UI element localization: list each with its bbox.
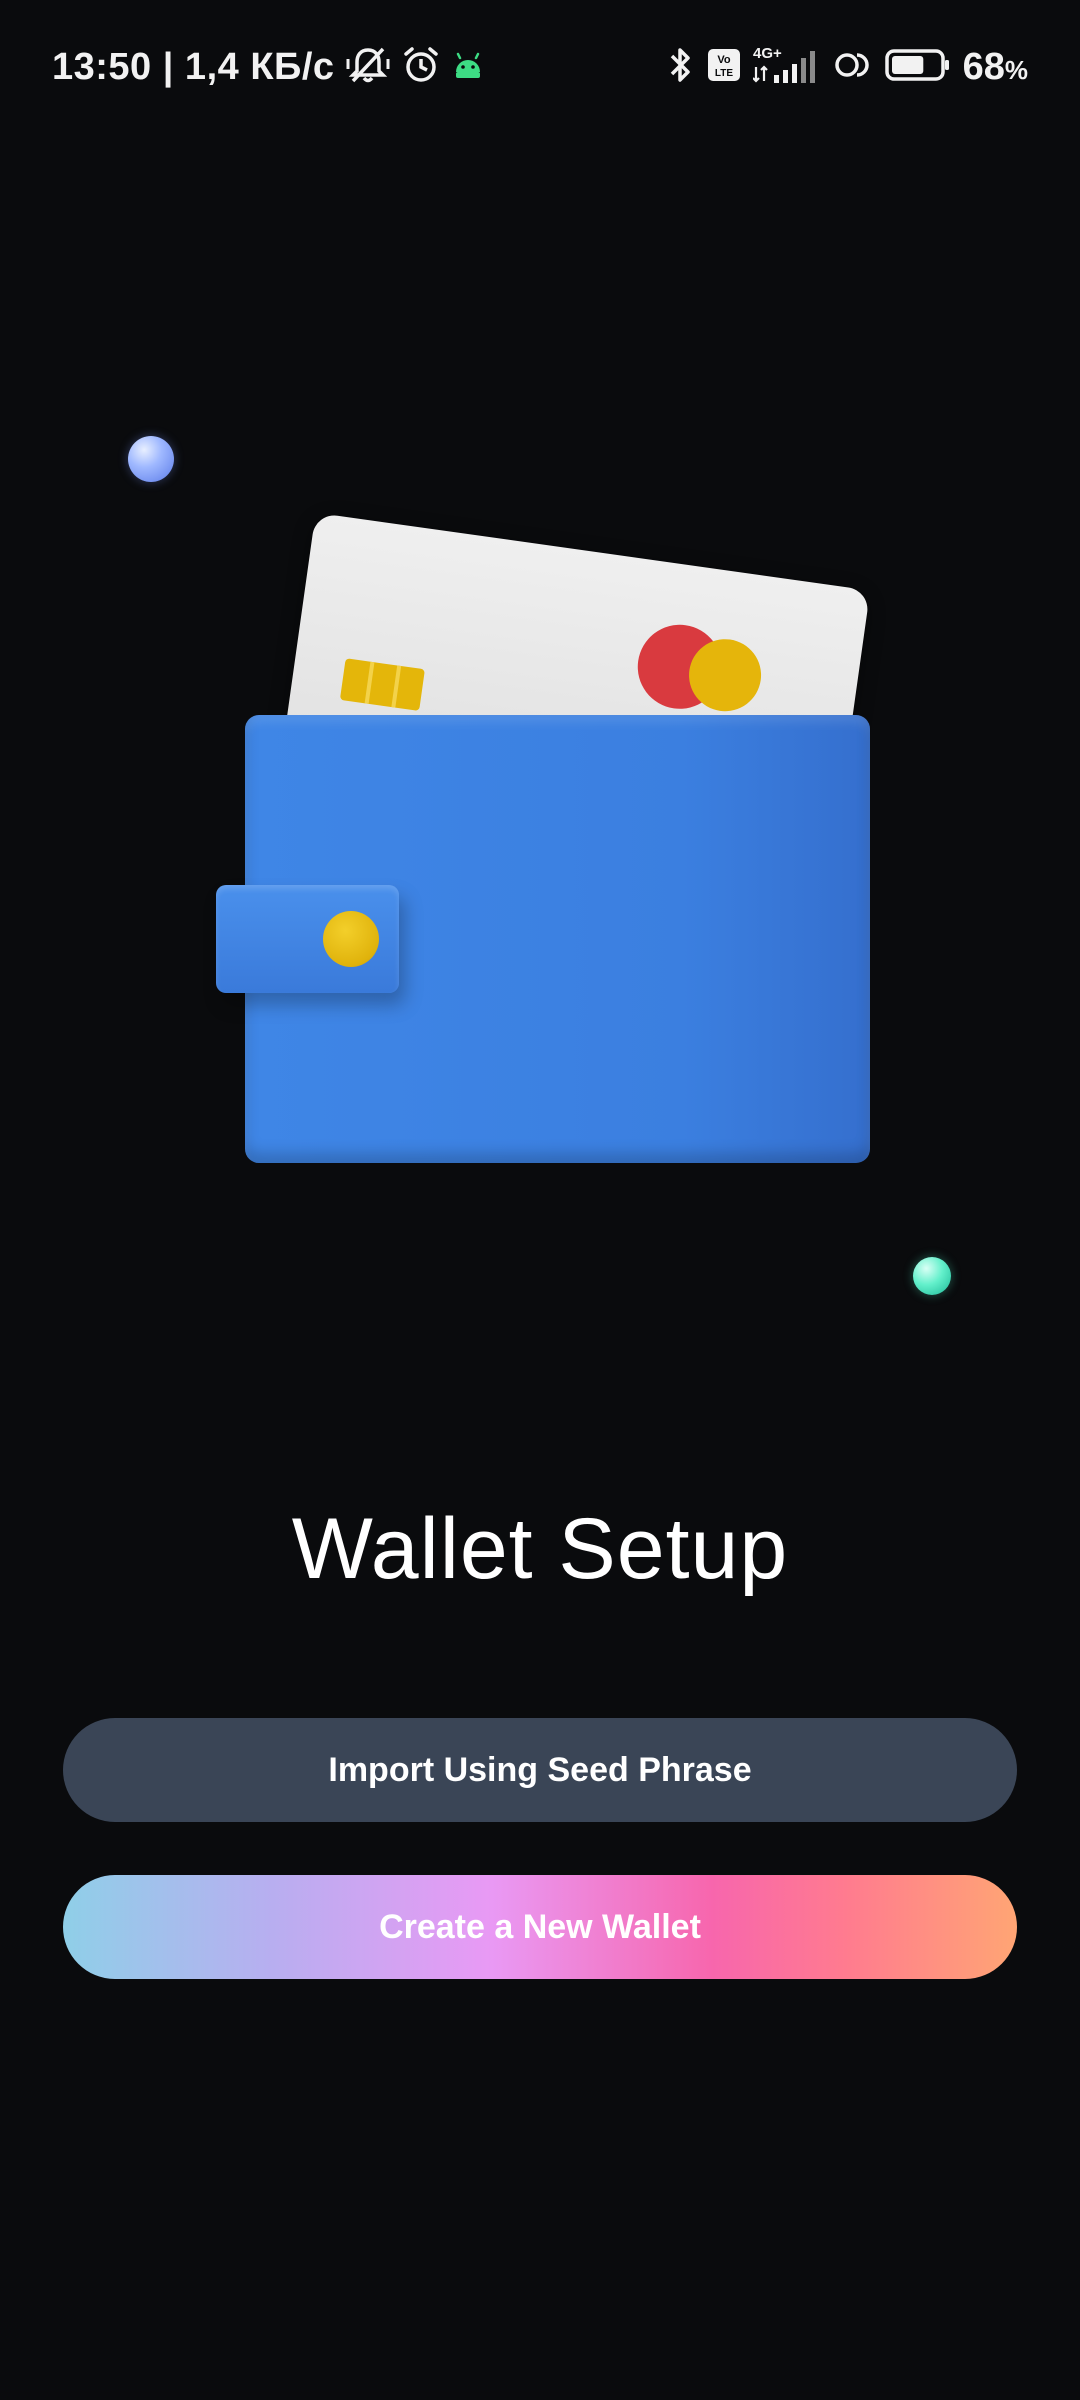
signal-icon: 4G+	[751, 45, 819, 90]
hotspot-icon	[831, 45, 873, 90]
volte-icon: Vo LTE	[707, 47, 741, 88]
create-new-wallet-button-label: Create a New Wallet	[379, 1907, 701, 1946]
status-left: 13:50 | 1,4 КБ/с	[52, 42, 485, 92]
network-type-label: 4G+	[753, 45, 782, 62]
android-icon	[451, 48, 485, 87]
page-title: Wallet Setup	[291, 1501, 789, 1597]
battery-percent: 68%	[963, 46, 1028, 89]
create-new-wallet-button[interactable]: Create a New Wallet	[63, 1875, 1017, 1979]
battery-percent-value: 68	[962, 45, 1005, 88]
battery-percent-unit: %	[1004, 54, 1028, 85]
import-seed-phrase-button-label: Import Using Seed Phrase	[328, 1750, 752, 1789]
status-right: Vo LTE 4G+ 68%	[665, 42, 1028, 92]
svg-text:LTE: LTE	[715, 68, 733, 79]
muted-bell-icon	[345, 45, 391, 90]
alarm-icon	[401, 45, 441, 90]
status-time-speed: 13:50 | 1,4 КБ/с	[52, 45, 335, 88]
blue-orb-decoration	[128, 436, 174, 482]
status-bar: 13:50 | 1,4 КБ/с Vo LTE 4G+ 68%	[0, 0, 1080, 130]
wallet-setup-screen: 13:50 | 1,4 КБ/с Vo LTE 4G+ 68% Wallet S…	[0, 0, 1080, 2400]
wallet-illustration	[0, 400, 1080, 1350]
import-seed-phrase-button[interactable]: Import Using Seed Phrase	[63, 1718, 1017, 1822]
bluetooth-icon	[665, 45, 695, 90]
teal-orb-decoration	[913, 1257, 951, 1295]
battery-icon	[884, 48, 951, 87]
wallet-clasp-graphic	[323, 911, 379, 967]
wallet-strap-graphic	[216, 885, 399, 993]
svg-text:Vo: Vo	[717, 54, 731, 66]
card-chip-graphic	[339, 658, 425, 711]
